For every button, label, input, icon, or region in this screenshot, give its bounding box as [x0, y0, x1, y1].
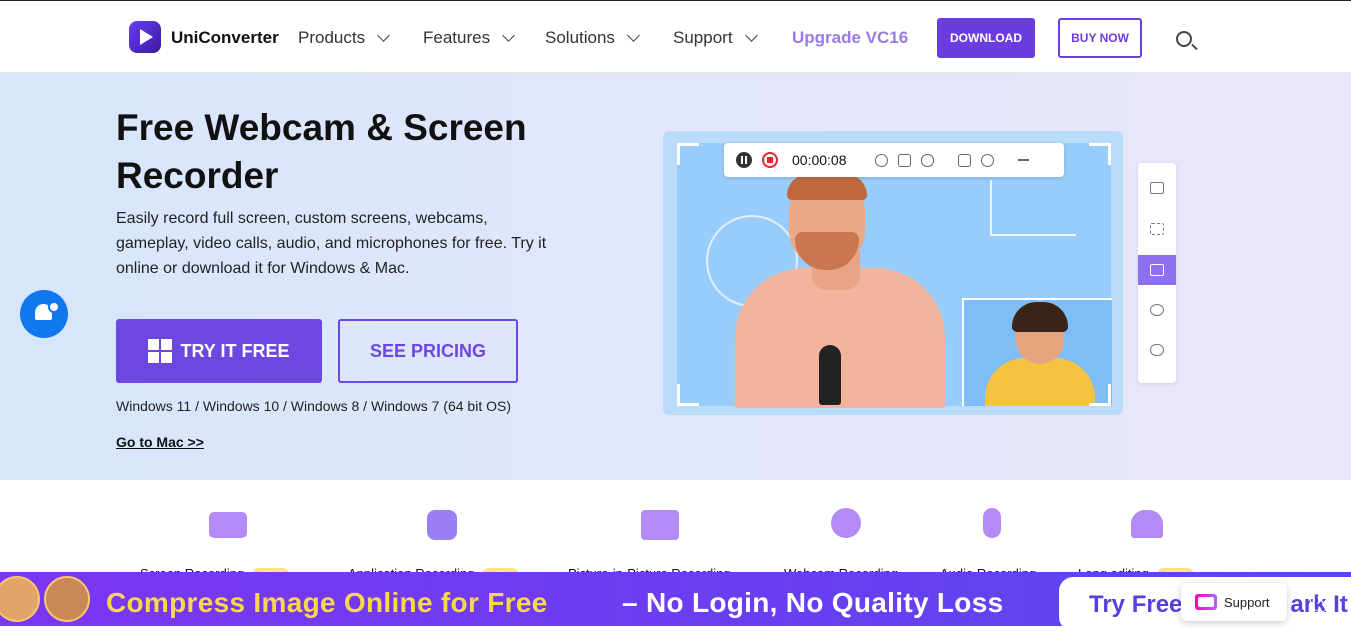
support-chat-button[interactable]: Support [1181, 583, 1287, 621]
feature-screen-recording[interactable] [133, 500, 323, 538]
banner-cta-label: Try Free [1089, 591, 1183, 618]
avatar [44, 576, 90, 622]
stop-record-icon[interactable] [762, 152, 778, 168]
webcam-toggle-icon[interactable] [874, 153, 888, 167]
top-navigation: UniConverter Products Features Solutions… [0, 0, 1351, 73]
notification-bell-icon[interactable] [20, 290, 68, 338]
feature-long-editing[interactable] [1052, 500, 1242, 538]
chevron-down-icon [502, 29, 515, 42]
video-camera-icon [209, 512, 247, 538]
nav-item-support[interactable]: Support [673, 28, 758, 48]
frame-corner-bottom-right [1089, 384, 1111, 406]
buy-now-button[interactable]: BUY NOW [1058, 18, 1142, 58]
frame-corner-bottom-left [677, 384, 699, 406]
stamp-icon [1131, 510, 1163, 538]
microphone-toggle-icon[interactable] [920, 153, 934, 167]
try-it-free-button[interactable]: TRY IT FREE [116, 319, 322, 383]
chevron-down-icon [627, 29, 640, 42]
speaker-mute-icon[interactable] [897, 153, 911, 167]
os-support-text: Windows 11 / Windows 10 / Windows 8 / Wi… [116, 398, 511, 414]
audio-mode-icon[interactable] [1138, 335, 1176, 365]
nav-item-features[interactable]: Features [423, 28, 515, 48]
page-title: Free Webcam & Screen Recorder [116, 104, 546, 200]
chevron-down-icon [744, 29, 758, 42]
nav-item-label: Products [298, 28, 366, 47]
avatar [0, 576, 40, 622]
microphone-illustration [819, 345, 841, 405]
annotation-icon[interactable] [980, 153, 994, 167]
pause-icon[interactable] [736, 152, 752, 168]
nav-item-label: Support [673, 28, 733, 47]
support-label: Support [1224, 594, 1270, 610]
full-screen-mode-icon[interactable] [1138, 173, 1176, 203]
nav-item-label: Features [423, 28, 491, 47]
title-line: Recorder [116, 155, 279, 196]
webcam-icon [831, 508, 861, 538]
recording-toolbar: 00:00:08 [724, 143, 1064, 177]
nav-item-solutions[interactable]: Solutions [545, 28, 640, 48]
presenter-hair [787, 174, 867, 200]
search-icon[interactable] [1176, 31, 1192, 47]
try-it-free-label: TRY IT FREE [180, 340, 290, 361]
nav-item-label: Solutions [545, 28, 615, 47]
banner-headline: Compress Image Online for Free [106, 587, 548, 618]
windows-icon [148, 339, 173, 363]
custom-area-mode-icon[interactable] [1138, 214, 1176, 244]
frame-corner-top-left [677, 143, 699, 165]
feature-application-recording[interactable] [347, 500, 537, 540]
close-icon[interactable]: ✕ [1310, 590, 1332, 612]
download-button[interactable]: DOWNLOAD [937, 18, 1035, 58]
hero-description: Easily record full screen, custom screen… [116, 210, 547, 277]
pip-icon [641, 510, 679, 540]
decorative-angle-shape [990, 180, 1076, 236]
nav-item-products[interactable]: Products [298, 28, 390, 48]
frame-corner-top-right [1089, 143, 1111, 165]
see-pricing-button[interactable]: SEE PRICING [338, 319, 518, 383]
banner-avatars [0, 572, 92, 626]
webcam-child-illustration [985, 358, 1095, 406]
chat-icon [1195, 594, 1217, 610]
upgrade-link[interactable]: Upgrade VC16 [792, 28, 908, 48]
uniconverter-logo-icon[interactable] [129, 21, 161, 53]
go-to-mac-link[interactable]: Go to Mac >> [116, 434, 204, 450]
pip-mode-icon[interactable] [1138, 255, 1176, 285]
brand-name[interactable]: UniConverter [171, 28, 279, 48]
recording-mode-toolbar [1138, 163, 1176, 383]
webcam-mode-icon[interactable] [1138, 295, 1176, 325]
recording-timer: 00:00:08 [792, 152, 847, 168]
title-line: Free Webcam & Screen [116, 107, 527, 148]
app-store-icon [427, 510, 457, 540]
minimize-icon[interactable] [1017, 159, 1029, 161]
screenshot-icon[interactable] [957, 153, 971, 167]
feature-picture-in-picture-recording[interactable] [565, 500, 755, 540]
microphone-icon [983, 508, 1001, 538]
banner-subheadline: – No Login, No Quality Loss [622, 587, 1004, 618]
chevron-down-icon [377, 29, 390, 42]
